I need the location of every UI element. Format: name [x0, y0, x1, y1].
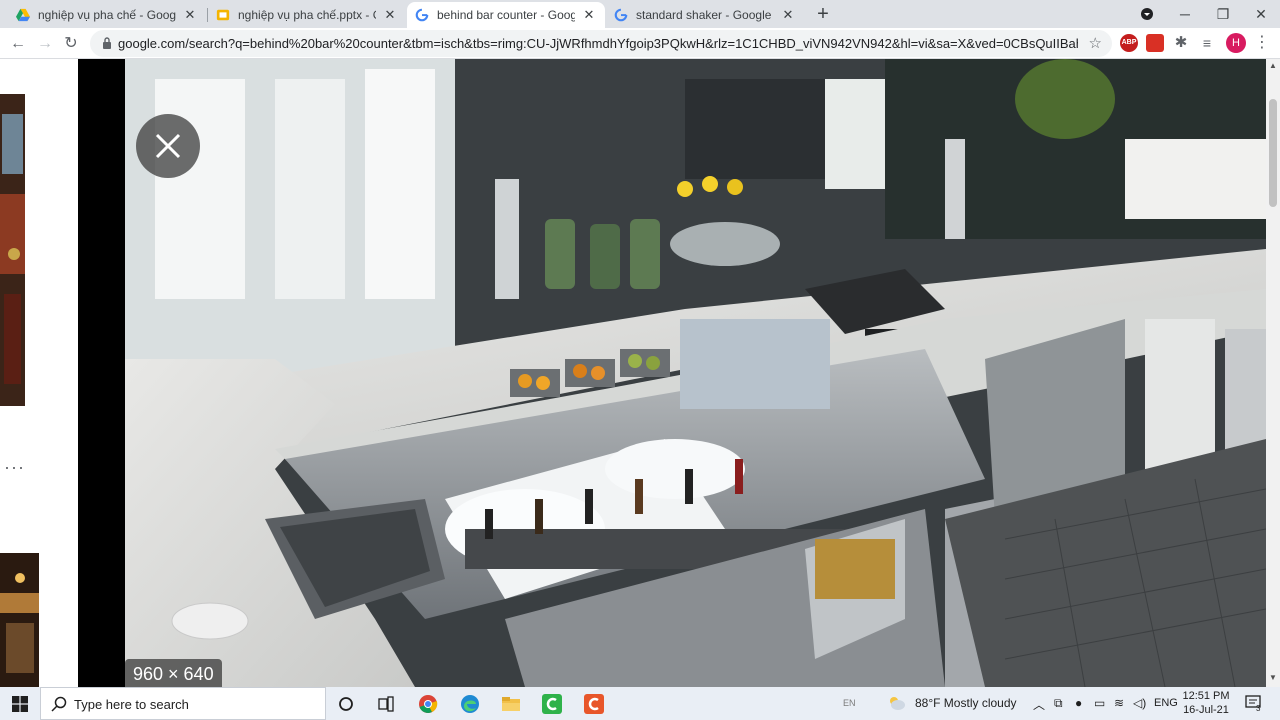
- arrow-right-icon: →: [37, 35, 53, 52]
- close-tab-icon[interactable]: ✕: [382, 7, 398, 23]
- browser-toolbar: ← → ↻ google.com/search?q=behind%20bar%2…: [0, 28, 1280, 59]
- tab-title: standard shaker - Google Tìm kiếm: [636, 8, 774, 22]
- profile-initial: H: [1232, 37, 1240, 49]
- extensions-puzzle-icon[interactable]: ✱: [1172, 34, 1190, 52]
- tab-search-button[interactable]: [1128, 0, 1166, 28]
- weather-cloud-icon[interactable]: [886, 694, 906, 712]
- cortana-icon[interactable]: [335, 693, 357, 715]
- tab-title: nghiệp vụ pha chế - Google Drive: [38, 8, 176, 22]
- weather-text[interactable]: 88°F Mostly cloudy: [915, 696, 1017, 710]
- image-dimensions-badge: 960 × 640: [125, 659, 222, 687]
- google-g-icon: [614, 8, 628, 22]
- meet-now-icon[interactable]: ⧉: [1054, 696, 1063, 711]
- wifi-icon[interactable]: ≋: [1114, 696, 1124, 710]
- bar-counter-photo[interactable]: [125, 59, 1266, 687]
- task-view-icon[interactable]: [375, 693, 397, 715]
- reload-icon: ↻: [64, 35, 78, 52]
- search-placeholder: Type here to search: [74, 697, 189, 712]
- close-tab-icon[interactable]: ✕: [581, 7, 597, 23]
- clock-time: 12:51 PM: [1182, 690, 1230, 702]
- camtasia-orange-icon[interactable]: [583, 693, 605, 715]
- clock-date: 16-Jul-21: [1183, 704, 1229, 716]
- adblock-extension-icon[interactable]: ABP: [1120, 34, 1138, 52]
- address-bar[interactable]: google.com/search?q=behind%20bar%20count…: [90, 30, 1112, 57]
- new-tab-button[interactable]: +: [812, 3, 834, 25]
- system-clock[interactable]: 12:51 PM 16-Jul-21: [1180, 689, 1232, 717]
- reload-button[interactable]: ↻: [59, 32, 83, 56]
- scrollbar-thumb[interactable]: [1269, 99, 1277, 207]
- tab-google-slides[interactable]: nghiệp vụ pha chế.pptx - Google Slides ✕: [208, 2, 406, 28]
- tab-behind-bar-counter[interactable]: behind bar counter - Google Tìm kiếm ✕: [407, 2, 605, 28]
- forward-button[interactable]: →: [33, 32, 57, 56]
- close-icon: [155, 133, 181, 159]
- input-language[interactable]: ENG: [1154, 697, 1178, 709]
- scroll-down-arrow-icon[interactable]: ▼: [1268, 673, 1278, 682]
- search-icon: [51, 696, 67, 712]
- close-window-button[interactable]: ✕: [1242, 0, 1280, 28]
- browser-menu-icon[interactable]: ⋮: [1254, 32, 1270, 52]
- more-options-icon[interactable]: ···: [4, 457, 25, 478]
- file-explorer-icon[interactable]: [500, 693, 522, 715]
- arrow-left-icon: ←: [10, 35, 26, 52]
- bookmark-extension-icon[interactable]: [1146, 34, 1164, 52]
- windows-start-icon[interactable]: [12, 696, 28, 712]
- close-tab-icon[interactable]: ✕: [780, 7, 796, 23]
- profile-avatar[interactable]: H: [1226, 33, 1246, 53]
- chrome-icon[interactable]: [417, 693, 439, 715]
- microphone-icon[interactable]: ●: [1075, 696, 1082, 710]
- windows-taskbar: Type here to search EN 88°F Mostly cloud…: [0, 687, 1280, 720]
- reading-list-icon[interactable]: ≡: [1198, 34, 1216, 52]
- result-thumbnail-image[interactable]: [0, 553, 39, 687]
- volume-icon[interactable]: ◁): [1133, 696, 1146, 710]
- google-drive-icon: [16, 8, 30, 22]
- back-button[interactable]: ←: [6, 32, 30, 56]
- url-text: google.com/search?q=behind%20bar%20count…: [118, 36, 1078, 51]
- notification-count: 3: [1256, 704, 1261, 713]
- maximize-button[interactable]: ❐: [1204, 0, 1242, 28]
- google-g-icon: [415, 8, 429, 22]
- battery-icon[interactable]: ▭: [1094, 696, 1105, 710]
- close-tab-icon[interactable]: ✕: [182, 7, 198, 23]
- tab-title: nghiệp vụ pha chế.pptx - Google Slides: [238, 8, 376, 22]
- tab-standard-shaker[interactable]: standard shaker - Google Tìm kiếm ✕: [606, 2, 804, 28]
- result-thumbnail-image[interactable]: [0, 94, 25, 406]
- minimize-button[interactable]: ─: [1166, 0, 1204, 28]
- page-scrollbar[interactable]: ▲ ▼: [1266, 59, 1280, 687]
- adblock-label: ABP: [1121, 39, 1137, 46]
- bookmark-star-icon[interactable]: ☆: [1089, 34, 1102, 52]
- image-preview-panel: 960 × 640: [78, 59, 1266, 687]
- taskbar-search-box[interactable]: Type here to search: [40, 687, 326, 720]
- tab-strip: nghiệp vụ pha chế - Google Drive ✕ nghiệ…: [0, 0, 1280, 28]
- search-results-column: ···: [0, 59, 78, 687]
- show-hidden-icons-chevron-icon[interactable]: ︿: [1033, 696, 1045, 713]
- google-slides-icon: [216, 9, 230, 21]
- tab-title: behind bar counter - Google Tìm kiếm: [437, 8, 575, 22]
- language-indicator: EN: [843, 698, 856, 708]
- camtasia-green-icon[interactable]: [541, 693, 563, 715]
- chevron-down-circle-icon: [1141, 8, 1153, 20]
- close-preview-button[interactable]: [136, 114, 200, 178]
- lock-icon: [103, 37, 111, 49]
- edge-icon[interactable]: [459, 693, 481, 715]
- tab-google-drive[interactable]: nghiệp vụ pha chế - Google Drive ✕: [8, 2, 206, 28]
- scroll-up-arrow-icon[interactable]: ▲: [1268, 61, 1278, 70]
- page-content: ··· 960 × 640 ▲ ▼: [0, 59, 1280, 687]
